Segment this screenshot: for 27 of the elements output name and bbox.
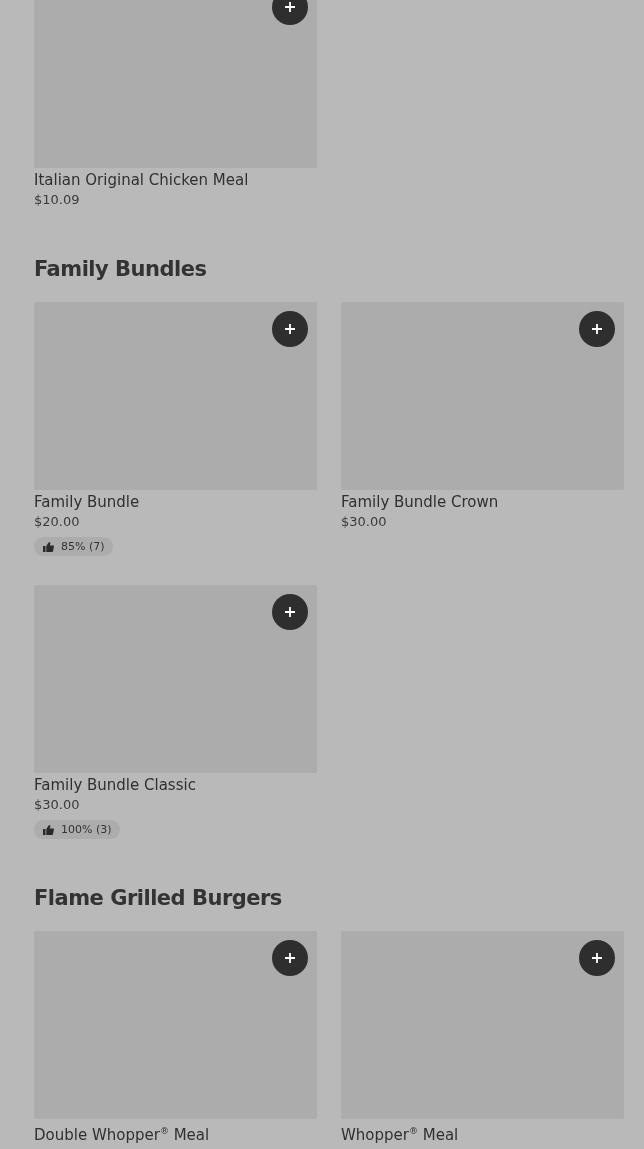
plus-icon	[284, 1, 296, 13]
item-name: Family Bundle	[34, 493, 140, 512]
add-button[interactable]	[579, 311, 615, 347]
section-heading: Family Bundles	[34, 256, 208, 283]
add-button[interactable]	[272, 940, 308, 976]
add-button[interactable]	[579, 940, 615, 976]
thumbs-up-icon	[42, 540, 54, 553]
add-button[interactable]	[272, 594, 308, 630]
plus-icon	[591, 952, 603, 964]
add-button[interactable]	[272, 311, 308, 347]
plus-icon	[284, 952, 296, 964]
item-price: $30.00	[341, 513, 387, 531]
section-heading: Flame Grilled Burgers	[34, 885, 283, 912]
item-price: $30.00	[34, 796, 80, 814]
plus-icon	[284, 323, 296, 335]
item-name: Family Bundle Classic	[34, 776, 196, 795]
plus-icon	[284, 606, 296, 618]
item-price: $20.00	[34, 513, 80, 531]
item-name: Family Bundle Crown	[341, 493, 499, 512]
rating-badge: 100% (3)	[34, 820, 120, 839]
item-price: $10.09	[34, 191, 80, 209]
item-name: Double Whopper$^{®}$ Meal	[34, 1125, 210, 1145]
thumbs-up-icon	[42, 823, 54, 836]
rating-badge: 85% (7)	[34, 537, 113, 556]
plus-icon	[591, 323, 603, 335]
item-name: Italian Original Chicken Meal	[34, 171, 249, 190]
item-name: Whopper$^{®}$ Meal	[341, 1125, 459, 1145]
